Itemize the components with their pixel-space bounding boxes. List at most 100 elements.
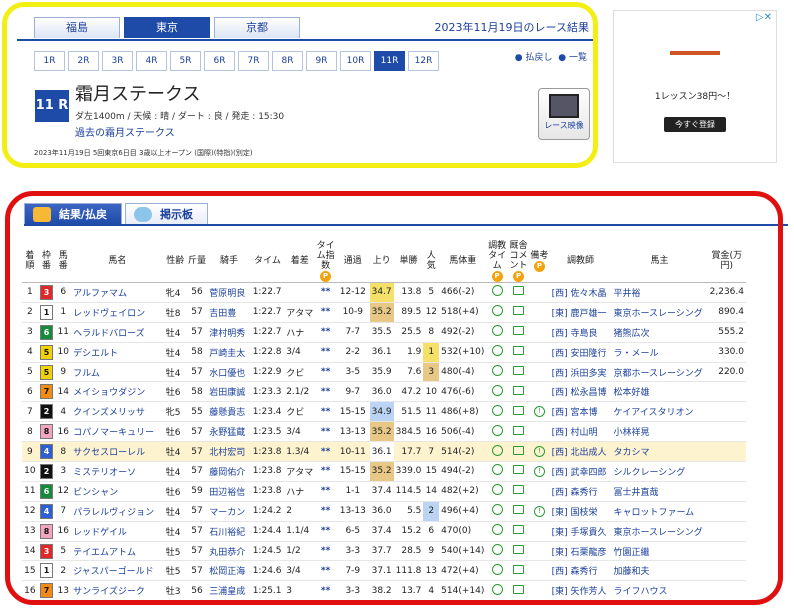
horse-link[interactable]: テイエムアトム — [71, 541, 164, 562]
jockey-link[interactable]: 丸田恭介 — [207, 541, 251, 562]
comment-cell[interactable] — [507, 521, 530, 542]
ad-banner[interactable]: ▷✕ 1レッスン38円～！ 今すぐ登録 — [613, 10, 777, 163]
trainer-link[interactable]: [西] 武幸四郎 — [549, 461, 612, 482]
note-cell[interactable]: ! — [529, 441, 550, 463]
ad-close-icon[interactable]: ▷✕ — [756, 12, 772, 23]
index-cell[interactable]: ** — [315, 560, 337, 582]
horse-link[interactable]: ミステリオーソ — [71, 461, 164, 482]
comment-cell[interactable] — [507, 461, 530, 482]
payback-link[interactable]: 払戻し — [526, 53, 553, 63]
train-cell[interactable] — [486, 481, 508, 502]
horse-link[interactable]: アルファマム — [71, 282, 164, 303]
comment-cell[interactable] — [507, 342, 530, 363]
trainer-link[interactable]: [東] 鹿戸雄一 — [549, 302, 612, 323]
owner-link[interactable]: キャロットファーム — [611, 501, 708, 522]
comment-cell[interactable] — [507, 441, 530, 463]
note-cell[interactable]: ! — [529, 401, 550, 423]
train-cell[interactable] — [486, 521, 508, 542]
owner-link[interactable]: タカシマ — [611, 441, 708, 463]
trainer-link[interactable]: [西] 浜田多実 — [549, 362, 612, 383]
race-tab-9r[interactable]: 9R — [306, 51, 337, 71]
index-cell[interactable]: ** — [315, 322, 337, 343]
jockey-link[interactable]: マーカン — [207, 501, 251, 522]
index-cell[interactable]: ** — [315, 401, 337, 423]
race-tab-3r[interactable]: 3R — [102, 51, 133, 71]
index-cell[interactable]: ** — [315, 302, 337, 323]
trainer-link[interactable]: [西] 森秀行 — [549, 560, 612, 582]
owner-link[interactable]: 加藤和夫 — [611, 560, 708, 582]
train-cell[interactable] — [486, 501, 508, 522]
owner-link[interactable]: 平井裕 — [611, 282, 708, 303]
jockey-link[interactable]: 藤懸貴志 — [207, 401, 251, 423]
race-tab-7r[interactable]: 7R — [238, 51, 269, 71]
train-cell[interactable] — [486, 421, 508, 443]
race-tab-6r[interactable]: 6R — [204, 51, 235, 71]
owner-link[interactable]: 猪熊広次 — [611, 322, 708, 343]
jockey-link[interactable]: 石川裕紀 — [207, 521, 251, 542]
trainer-link[interactable]: [東] 国枝栄 — [549, 501, 612, 522]
index-cell[interactable]: ** — [315, 342, 337, 363]
comment-cell[interactable] — [507, 322, 530, 343]
comment-cell[interactable] — [507, 421, 530, 443]
trainer-link[interactable]: [西] 村山明 — [549, 421, 612, 443]
index-cell[interactable]: ** — [315, 421, 337, 443]
train-cell[interactable] — [486, 302, 508, 323]
jockey-link[interactable]: 藤岡佑介 — [207, 461, 251, 482]
horse-link[interactable]: レッドゲイル — [71, 521, 164, 542]
horse-link[interactable]: サクセスローレル — [71, 441, 164, 463]
jockey-link[interactable]: 吉田豊 — [207, 302, 251, 323]
owner-link[interactable]: シルクレーシング — [611, 461, 708, 482]
horse-link[interactable]: クインズメリッサ — [71, 401, 164, 423]
train-cell[interactable] — [486, 381, 508, 403]
trainer-link[interactable]: [東] 手塚貴久 — [549, 521, 612, 542]
trainer-link[interactable]: [東] 矢作芳人 — [549, 580, 612, 602]
comment-cell[interactable] — [507, 560, 530, 582]
train-cell[interactable] — [486, 441, 508, 463]
trainer-link[interactable]: [西] 寺島良 — [549, 322, 612, 343]
horse-link[interactable]: ヘラルドバローズ — [71, 322, 164, 343]
race-tab-2r[interactable]: 2R — [68, 51, 99, 71]
jockey-link[interactable]: 戸崎圭太 — [207, 342, 251, 363]
owner-link[interactable]: 松本好雄 — [611, 381, 708, 403]
ad-register-button[interactable]: 今すぐ登録 — [664, 117, 726, 132]
race-tab-8r[interactable]: 8R — [272, 51, 303, 71]
note-cell[interactable]: ! — [529, 501, 550, 522]
jockey-link[interactable]: 菅原明良 — [207, 282, 251, 303]
race-tab-5r[interactable]: 5R — [170, 51, 201, 71]
owner-link[interactable]: 小林祥晃 — [611, 421, 708, 443]
horse-link[interactable]: パラレルヴィジョン — [71, 501, 164, 522]
jockey-link[interactable]: 津村明秀 — [207, 322, 251, 343]
train-cell[interactable] — [486, 342, 508, 363]
venue-tab[interactable]: 福島 — [34, 17, 120, 38]
comment-cell[interactable] — [507, 362, 530, 383]
venue-tab[interactable]: 京都 — [214, 17, 300, 38]
train-cell[interactable] — [486, 461, 508, 482]
race-video-button[interactable]: レース映像 — [538, 88, 590, 140]
trainer-link[interactable]: [西] 森秀行 — [549, 481, 612, 502]
comment-cell[interactable] — [507, 302, 530, 323]
horse-link[interactable]: デシエルト — [71, 342, 164, 363]
jockey-link[interactable]: 永野猛蔵 — [207, 421, 251, 443]
jockey-link[interactable]: 松岡正海 — [207, 560, 251, 582]
tab-board[interactable]: 掲示板 — [125, 203, 209, 225]
jockey-link[interactable]: 水口優也 — [207, 362, 251, 383]
owner-link[interactable]: 京都ホースレーシング — [611, 362, 708, 383]
train-cell[interactable] — [486, 541, 508, 562]
train-cell[interactable] — [486, 401, 508, 423]
comment-cell[interactable] — [507, 401, 530, 423]
horse-link[interactable]: フルム — [71, 362, 164, 383]
index-cell[interactable]: ** — [315, 481, 337, 502]
train-cell[interactable] — [486, 362, 508, 383]
index-cell[interactable]: ** — [315, 501, 337, 522]
comment-cell[interactable] — [507, 580, 530, 602]
horse-link[interactable]: ジャスパーゴールド — [71, 560, 164, 582]
trainer-link[interactable]: [西] 佐々木晶 — [549, 282, 612, 303]
horse-link[interactable]: コパノマーキュリー — [71, 421, 164, 443]
jockey-link[interactable]: 田辺裕信 — [207, 481, 251, 502]
owner-link[interactable]: 東京ホースレーシング — [611, 521, 708, 542]
jockey-link[interactable]: 北村宏司 — [207, 441, 251, 463]
trainer-link[interactable]: [西] 安田隆行 — [549, 342, 612, 363]
train-cell[interactable] — [486, 560, 508, 582]
trainer-link[interactable]: [西] 宮本博 — [549, 401, 612, 423]
owner-link[interactable]: 竹園正繼 — [611, 541, 708, 562]
